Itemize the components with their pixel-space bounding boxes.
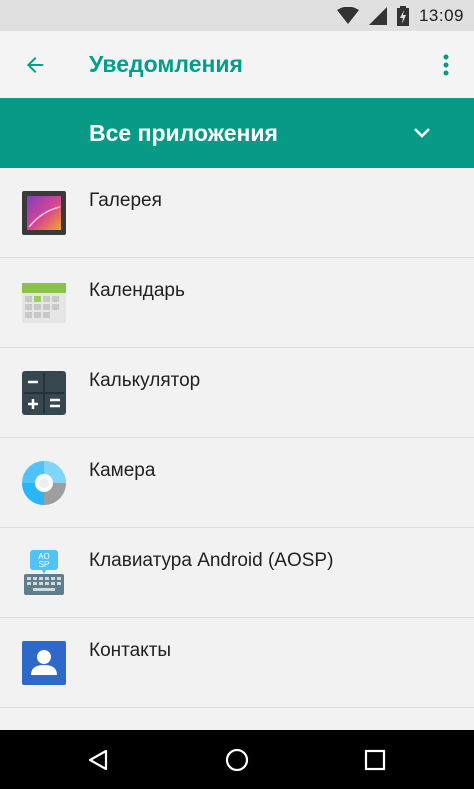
nav-back-icon[interactable] <box>82 744 114 776</box>
list-item-calculator[interactable]: Калькулятор <box>0 348 474 438</box>
calculator-icon <box>20 369 68 417</box>
page-title: Уведомления <box>89 51 243 77</box>
app-filter-dropdown[interactable]: Все приложения <box>0 98 474 168</box>
nav-home-icon[interactable] <box>221 744 253 776</box>
list-item-calendar[interactable]: Календарь <box>0 258 474 348</box>
app-label: Камера <box>89 460 156 481</box>
keyboard-icon: AO SP <box>20 549 68 597</box>
calendar-icon <box>20 279 68 327</box>
contacts-icon <box>20 639 68 687</box>
camera-icon <box>20 459 68 507</box>
app-label: Калькулятор <box>89 370 201 391</box>
filter-selected-value: Все приложения <box>89 120 278 146</box>
app-label: Контакты <box>89 640 172 661</box>
signal-icon <box>368 6 387 25</box>
app-label: Календарь <box>89 280 185 301</box>
list-item-gallery[interactable]: Галерея <box>0 168 474 258</box>
app-label: Клавиатура Android (AOSP) <box>89 550 334 571</box>
battery-charging-icon <box>396 5 409 26</box>
more-vert-icon[interactable] <box>436 48 456 82</box>
chevron-down-icon <box>410 121 434 145</box>
gallery-icon <box>20 189 68 237</box>
arrow-back-icon[interactable] <box>20 50 50 80</box>
list-item-camera[interactable]: Камера <box>0 438 474 528</box>
app-label: Галерея <box>89 190 162 211</box>
status-time: 13:09 <box>418 5 464 25</box>
list-item-contacts[interactable]: Контакты <box>0 618 474 708</box>
navigation-bar <box>0 730 474 789</box>
status-bar: 13:09 <box>0 0 474 31</box>
app-toolbar: Уведомления <box>0 31 474 98</box>
list-item-keyboard[interactable]: AO SP Клавиатура Android (AOSP) <box>0 528 474 618</box>
app-list: Галерея Календарь Калькулятор Камера AO … <box>0 168 474 708</box>
nav-recents-icon[interactable] <box>359 744 391 776</box>
wifi-icon <box>336 6 359 25</box>
svg-text:SP: SP <box>39 560 50 569</box>
